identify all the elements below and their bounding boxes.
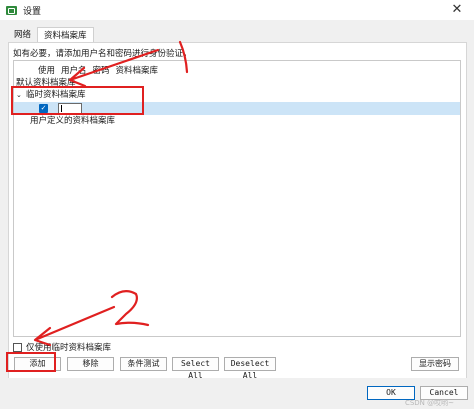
column-repository: 资料档案库 — [115, 66, 159, 76]
hint-text: 如有必要，请添加用户名和密码进行身份验证。 — [13, 49, 192, 59]
show-password-button[interactable]: 显示密码 — [411, 357, 459, 371]
column-use: 使用 — [38, 66, 56, 76]
close-icon[interactable]: ✕ — [450, 3, 464, 17]
select-all-button[interactable]: Select All — [172, 357, 219, 380]
column-password: 密码 — [92, 66, 110, 76]
remove-button[interactable]: 移除 — [67, 357, 114, 371]
tab-network[interactable]: 网络 — [8, 27, 37, 43]
only-temp-checkbox[interactable] — [13, 342, 22, 352]
tab-bar: 网络 资料档案库 — [8, 27, 94, 43]
annotation-box-entry — [11, 86, 144, 115]
tab-repository[interactable]: 资料档案库 — [37, 27, 94, 43]
deselect-all-button[interactable]: Deselect All — [224, 357, 276, 380]
watermark: CSDN @哎哟~ — [404, 399, 454, 407]
tree-header: 使用 用户名 密码 资料档案库 — [38, 64, 158, 76]
window-title: 设置 — [23, 6, 42, 17]
test-button[interactable]: 条件测试 — [120, 357, 167, 371]
tree-item-user-repo[interactable]: 用户定义的资料档案库 — [14, 115, 460, 127]
app-icon — [6, 5, 17, 15]
annotation-box-add — [6, 352, 56, 372]
title-bar: 设置 ✕ — [0, 0, 474, 20]
column-username: 用户名 — [61, 66, 87, 76]
